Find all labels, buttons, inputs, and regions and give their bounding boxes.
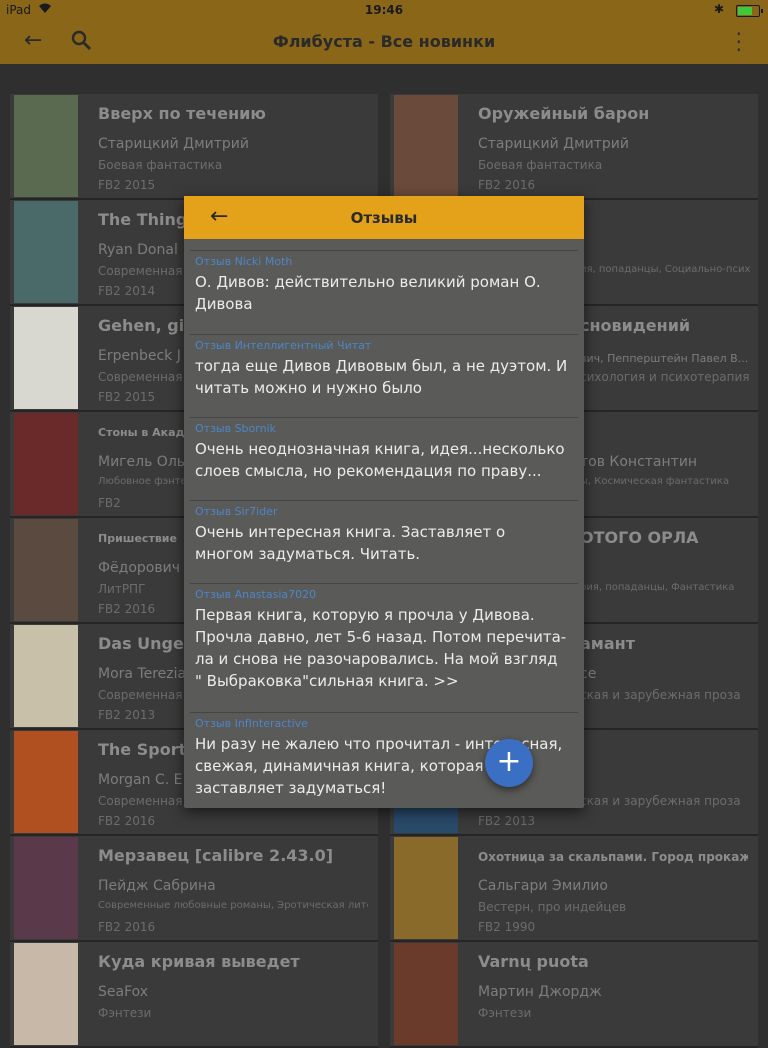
book-card[interactable]: Куда кривая выведет SeaFox Фэнтези: [10, 942, 378, 1048]
book-cover: [14, 307, 78, 409]
book-card[interactable]: Varnų puota Мартин Джордж Фэнтези: [390, 942, 758, 1048]
book-title: Мерзавец [calibre 2.43.0]: [98, 846, 334, 865]
book-title: Оружейный барон: [478, 104, 650, 123]
book-format: FB2 2016: [98, 814, 156, 828]
add-review-button[interactable]: +: [485, 739, 533, 787]
review-text: тогда еще Дивов Дивовым был, а не дуэтом…: [195, 357, 568, 397]
book-title: ОТОГО ОРЛА: [580, 528, 699, 547]
book-genre: Современные любовные романы, Эротическая…: [98, 900, 368, 911]
book-genre: Фэнтези: [478, 1006, 532, 1020]
book-title: сновидений: [580, 316, 691, 335]
book-genre: Боевая фантастика: [98, 158, 223, 172]
book-cover: [394, 943, 458, 1045]
book-genre: ия, попаданцы, Социально-псих...: [580, 264, 750, 275]
book-title: Охотница за скальпами. Город прокаже...: [478, 850, 748, 864]
status-time: 19:46: [364, 3, 404, 17]
book-author: ce: [580, 666, 597, 682]
book-cover: [14, 413, 78, 515]
review-item[interactable]: Отзыв Anastasia7020 Первая книга, котору…: [190, 583, 578, 692]
book-author: SeaFox: [98, 984, 149, 1000]
book-cover: [14, 943, 78, 1045]
book-format: FB2: [98, 496, 121, 510]
book-cover: [14, 625, 78, 727]
dialog-header: ← Отзывы: [184, 196, 584, 239]
review-text: Первая книга, которую я прочла у Дивова.…: [195, 606, 567, 690]
book-title: Вверх по течению: [98, 104, 266, 123]
book-author: тов Константин: [580, 454, 698, 470]
book-cover: [394, 837, 458, 939]
book-card[interactable]: Оружейный барон Старицкий Дмитрий Боевая…: [390, 94, 758, 200]
page-title: Флибуста - Все новинки: [272, 32, 496, 51]
review-author[interactable]: Отзыв Sir7ider: [195, 505, 568, 519]
review-author[interactable]: Отзыв Anastasia7020: [195, 588, 568, 602]
book-genre: ская и зарубежная проза: [580, 794, 741, 808]
book-genre: сихология и психотерапия: [580, 370, 750, 384]
dialog-title: Отзывы: [350, 209, 418, 227]
review-text: Очень неоднозначная книга, идея...нескол…: [195, 440, 565, 480]
book-genre: Боевая фантастика: [478, 158, 603, 172]
app-bar: ← Флибуста - Все новинки · · ·: [0, 20, 768, 64]
review-author[interactable]: Отзыв InfInteractive: [195, 717, 568, 731]
book-card[interactable]: Охотница за скальпами. Город прокаже... …: [390, 836, 758, 942]
book-genre: ы, Космическая фантастика: [580, 476, 730, 487]
book-title: Куда кривая выведет: [98, 952, 300, 971]
book-format: FB2 2016: [98, 602, 156, 616]
review-item[interactable]: Отзыв Sir7ider Очень интересная книга. З…: [190, 500, 578, 565]
book-format: FB2 1990: [478, 920, 536, 934]
book-format: FB2 2016: [478, 178, 536, 192]
book-title: Varnų puota: [478, 952, 589, 971]
book-author: Мартин Джордж: [478, 984, 602, 1000]
book-format: FB2 2013: [478, 814, 536, 828]
book-cover: [14, 731, 78, 833]
book-cover: [394, 95, 458, 197]
review-author[interactable]: Отзыв Интеллигентный Читат: [195, 339, 568, 353]
status-bar: iPad 19:46 ✱: [0, 0, 768, 20]
reviews-dialog: ← Отзывы Отзыв Nicki Moth О. Дивов: дейс…: [184, 196, 584, 808]
book-author: Старицкий Дмитрий: [98, 136, 249, 152]
more-vertical-icon[interactable]: · · ·: [736, 24, 742, 60]
book-format: FB2 2013: [98, 708, 156, 722]
book-card[interactable]: Вверх по течению Старицкий Дмитрий Боева…: [10, 94, 378, 200]
book-author: Сальгари Эмилио: [478, 878, 608, 894]
book-genre: ская и зарубежная проза: [580, 688, 741, 702]
review-author[interactable]: Отзыв Sbornik: [195, 422, 568, 436]
review-item[interactable]: Отзыв Интеллигентный Читат тогда еще Див…: [190, 334, 578, 399]
review-item[interactable]: Отзыв Nicki Moth О. Дивов: действительно…: [190, 250, 578, 315]
book-format: FB2 2016: [98, 920, 156, 934]
book-genre: рия, попаданцы, Фантастика: [580, 582, 735, 593]
review-text: О. Дивов: действительно великий роман О.…: [195, 273, 541, 313]
book-cover: [14, 519, 78, 621]
bluetooth-icon: ✱: [713, 2, 724, 16]
book-genre: Вестерн, про индейцев: [478, 900, 627, 914]
book-format: FB2 2015: [98, 390, 156, 404]
review-author[interactable]: Отзыв Nicki Moth: [195, 255, 568, 269]
book-author: Пейдж Сабрина: [98, 878, 216, 894]
book-format: FB2 2015: [98, 178, 156, 192]
reviews-list[interactable]: Отзыв Nicki Moth О. Дивов: действительно…: [190, 250, 578, 806]
book-cover: [14, 201, 78, 303]
review-item[interactable]: Отзыв Sbornik Очень неоднозначная книга,…: [190, 417, 578, 482]
book-title: амант: [580, 634, 635, 653]
book-cover: [14, 95, 78, 197]
book-genre: Фэнтези: [98, 1006, 152, 1020]
book-author: Старицкий Дмитрий: [478, 136, 629, 152]
book-cover: [14, 837, 78, 939]
review-text: Очень интересная книга. Заставляет о мно…: [195, 523, 506, 563]
book-card[interactable]: Мерзавец [calibre 2.43.0] Пейдж Сабрина …: [10, 836, 378, 942]
book-author: вич, Пепперштейн Павел В...: [580, 352, 749, 365]
battery-icon: [736, 5, 763, 17]
book-format: FB2 2014: [98, 284, 156, 298]
